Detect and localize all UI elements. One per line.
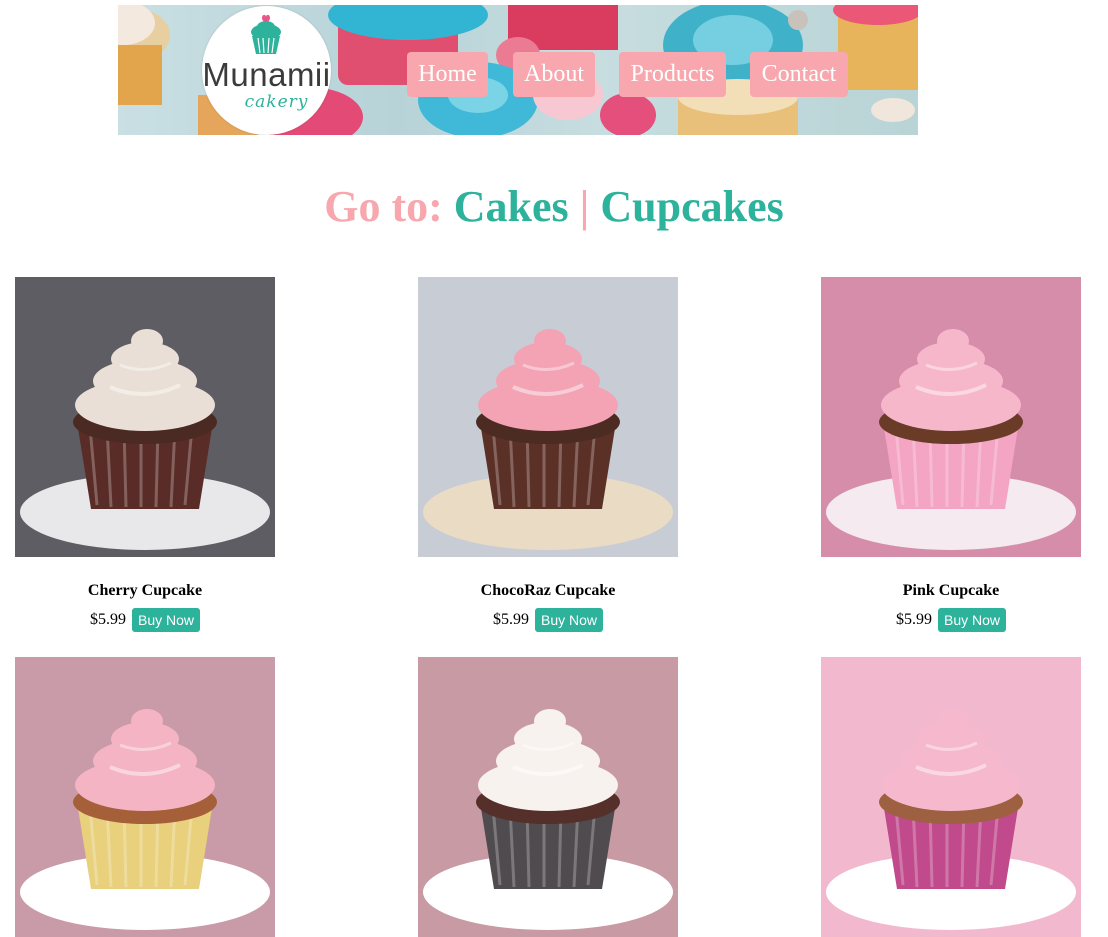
- brand-tagline: cakery: [244, 92, 309, 112]
- product-image[interactable]: [418, 277, 678, 557]
- product-image[interactable]: [15, 657, 275, 937]
- product-image[interactable]: [418, 657, 678, 937]
- product-card: [821, 657, 1081, 937]
- goto-separator: |: [579, 182, 590, 231]
- product-name: ChocoRaz Cupcake: [480, 582, 616, 599]
- cupcake-logo-icon: [251, 14, 281, 54]
- product-image[interactable]: [15, 277, 275, 557]
- buy-now-button[interactable]: Buy Now: [131, 608, 201, 632]
- nav-contact[interactable]: Contact: [750, 52, 848, 97]
- nav-home[interactable]: Home: [407, 52, 488, 97]
- product-price: $5.99: [492, 611, 529, 628]
- product-name: Cherry Cupcake: [87, 582, 203, 599]
- product-buy-row: $5.99 Buy Now: [418, 608, 678, 632]
- product-buy-row: $5.99 Buy Now: [15, 608, 275, 632]
- buy-now-button[interactable]: Buy Now: [534, 608, 604, 632]
- nav-about[interactable]: About: [513, 52, 595, 97]
- product-buy-row: $5.99 Buy Now: [821, 608, 1081, 632]
- goto-prefix: Go to:: [324, 182, 443, 231]
- goto-cupcakes-link[interactable]: Cupcakes: [600, 182, 783, 231]
- header-banner: Munamii cakery Home About Products Conta…: [118, 5, 918, 135]
- product-image[interactable]: [821, 657, 1081, 937]
- product-card: [418, 657, 678, 937]
- nav-products[interactable]: Products: [619, 52, 726, 97]
- product-price: $5.99: [89, 611, 126, 628]
- product-image[interactable]: [821, 277, 1081, 557]
- brand-logo[interactable]: Munamii cakery: [202, 6, 331, 135]
- product-price: $5.99: [895, 611, 932, 628]
- buy-now-button[interactable]: Buy Now: [937, 608, 1007, 632]
- product-card: [15, 657, 275, 937]
- product-card: Cherry Cupcake $5.99 Buy Now: [15, 277, 275, 632]
- product-card: ChocoRaz Cupcake $5.99 Buy Now: [418, 277, 678, 632]
- product-name: Pink Cupcake: [902, 582, 1000, 599]
- goto-cakes-link[interactable]: Cakes: [454, 182, 569, 231]
- goto-heading: Go to: Cakes | Cupcakes: [0, 181, 1108, 233]
- brand-name: Munamii: [202, 56, 331, 93]
- product-card: Pink Cupcake $5.99 Buy Now: [821, 277, 1081, 632]
